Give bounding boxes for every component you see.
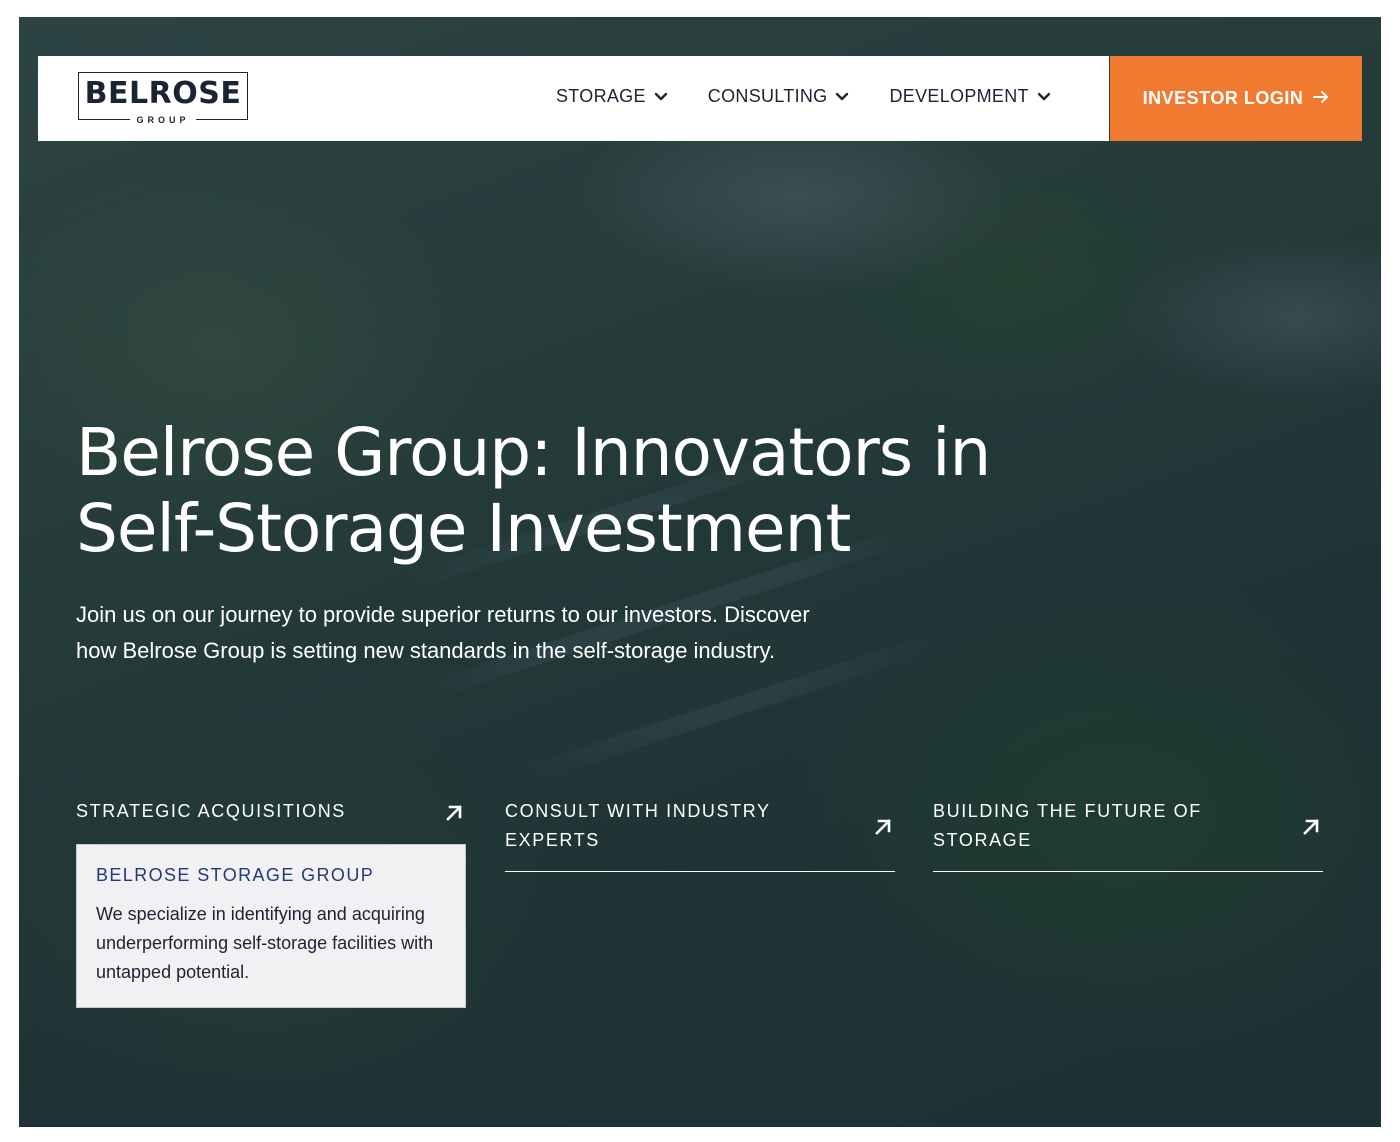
investor-login-button[interactable]: INVESTOR LOGIN — [1110, 56, 1362, 141]
hero-title-line1: Belrose Group: Innovators in — [76, 414, 991, 491]
service-strategic-acquisitions: STRATEGIC ACQUISITIONS BELROSE STORAGE G… — [76, 797, 466, 1008]
service-title: STRATEGIC ACQUISITIONS — [76, 801, 346, 821]
chevron-down-icon — [1037, 92, 1051, 102]
nav-item-storage[interactable]: STORAGE — [556, 86, 668, 107]
chevron-down-icon — [654, 92, 668, 102]
service-card: BELROSE STORAGE GROUP We specialize in i… — [76, 844, 466, 1008]
service-card-text: We specialize in identifying and acquiri… — [96, 904, 434, 982]
hero-title: Belrose Group: Innovators in Self-Storag… — [76, 415, 1096, 567]
arrow-right-icon — [1313, 88, 1329, 109]
arrow-up-right-icon — [873, 817, 893, 846]
arrow-up-right-icon — [444, 803, 464, 832]
service-consult-experts: CONSULT WITH INDUSTRY EXPERTS — [505, 797, 895, 872]
service-title: CONSULT WITH INDUSTRY EXPERTS — [505, 801, 771, 850]
main-nav: STORAGE CONSULTING DEVELOPMENT — [556, 86, 1051, 107]
belrose-logo[interactable]: BELROSE GROUP — [78, 72, 248, 125]
nav-item-label: STORAGE — [556, 86, 646, 106]
hero-description: Join us on our journey to provide superi… — [76, 602, 810, 663]
nav-item-development[interactable]: DEVELOPMENT — [889, 86, 1051, 107]
hero-title-line2: Self-Storage Investment — [76, 490, 851, 567]
hero-section: BELROSE GROUP STORAGE CONSULTING DEVELOP… — [19, 17, 1381, 1127]
chevron-down-icon — [835, 92, 849, 102]
nav-item-label: CONSULTING — [707, 86, 828, 106]
service-title: BUILDING THE FUTURE OF STORAGE — [933, 801, 1202, 850]
arrow-up-right-icon — [1301, 817, 1321, 846]
logo-wordmark: BELROSE — [84, 76, 242, 111]
service-header[interactable]: STRATEGIC ACQUISITIONS — [76, 797, 466, 844]
nav-item-label: DEVELOPMENT — [889, 86, 1029, 106]
investor-login-label: INVESTOR LOGIN — [1142, 88, 1304, 108]
service-card-title: BELROSE STORAGE GROUP — [96, 865, 375, 885]
service-header[interactable]: BUILDING THE FUTURE OF STORAGE — [933, 797, 1323, 872]
logo-subtext: GROUP — [79, 115, 247, 125]
service-future-of-storage: BUILDING THE FUTURE OF STORAGE — [933, 797, 1323, 872]
nav-item-consulting[interactable]: CONSULTING — [708, 86, 850, 107]
site-header: BELROSE GROUP STORAGE CONSULTING DEVELOP… — [38, 56, 1109, 141]
service-header[interactable]: CONSULT WITH INDUSTRY EXPERTS — [505, 797, 895, 872]
